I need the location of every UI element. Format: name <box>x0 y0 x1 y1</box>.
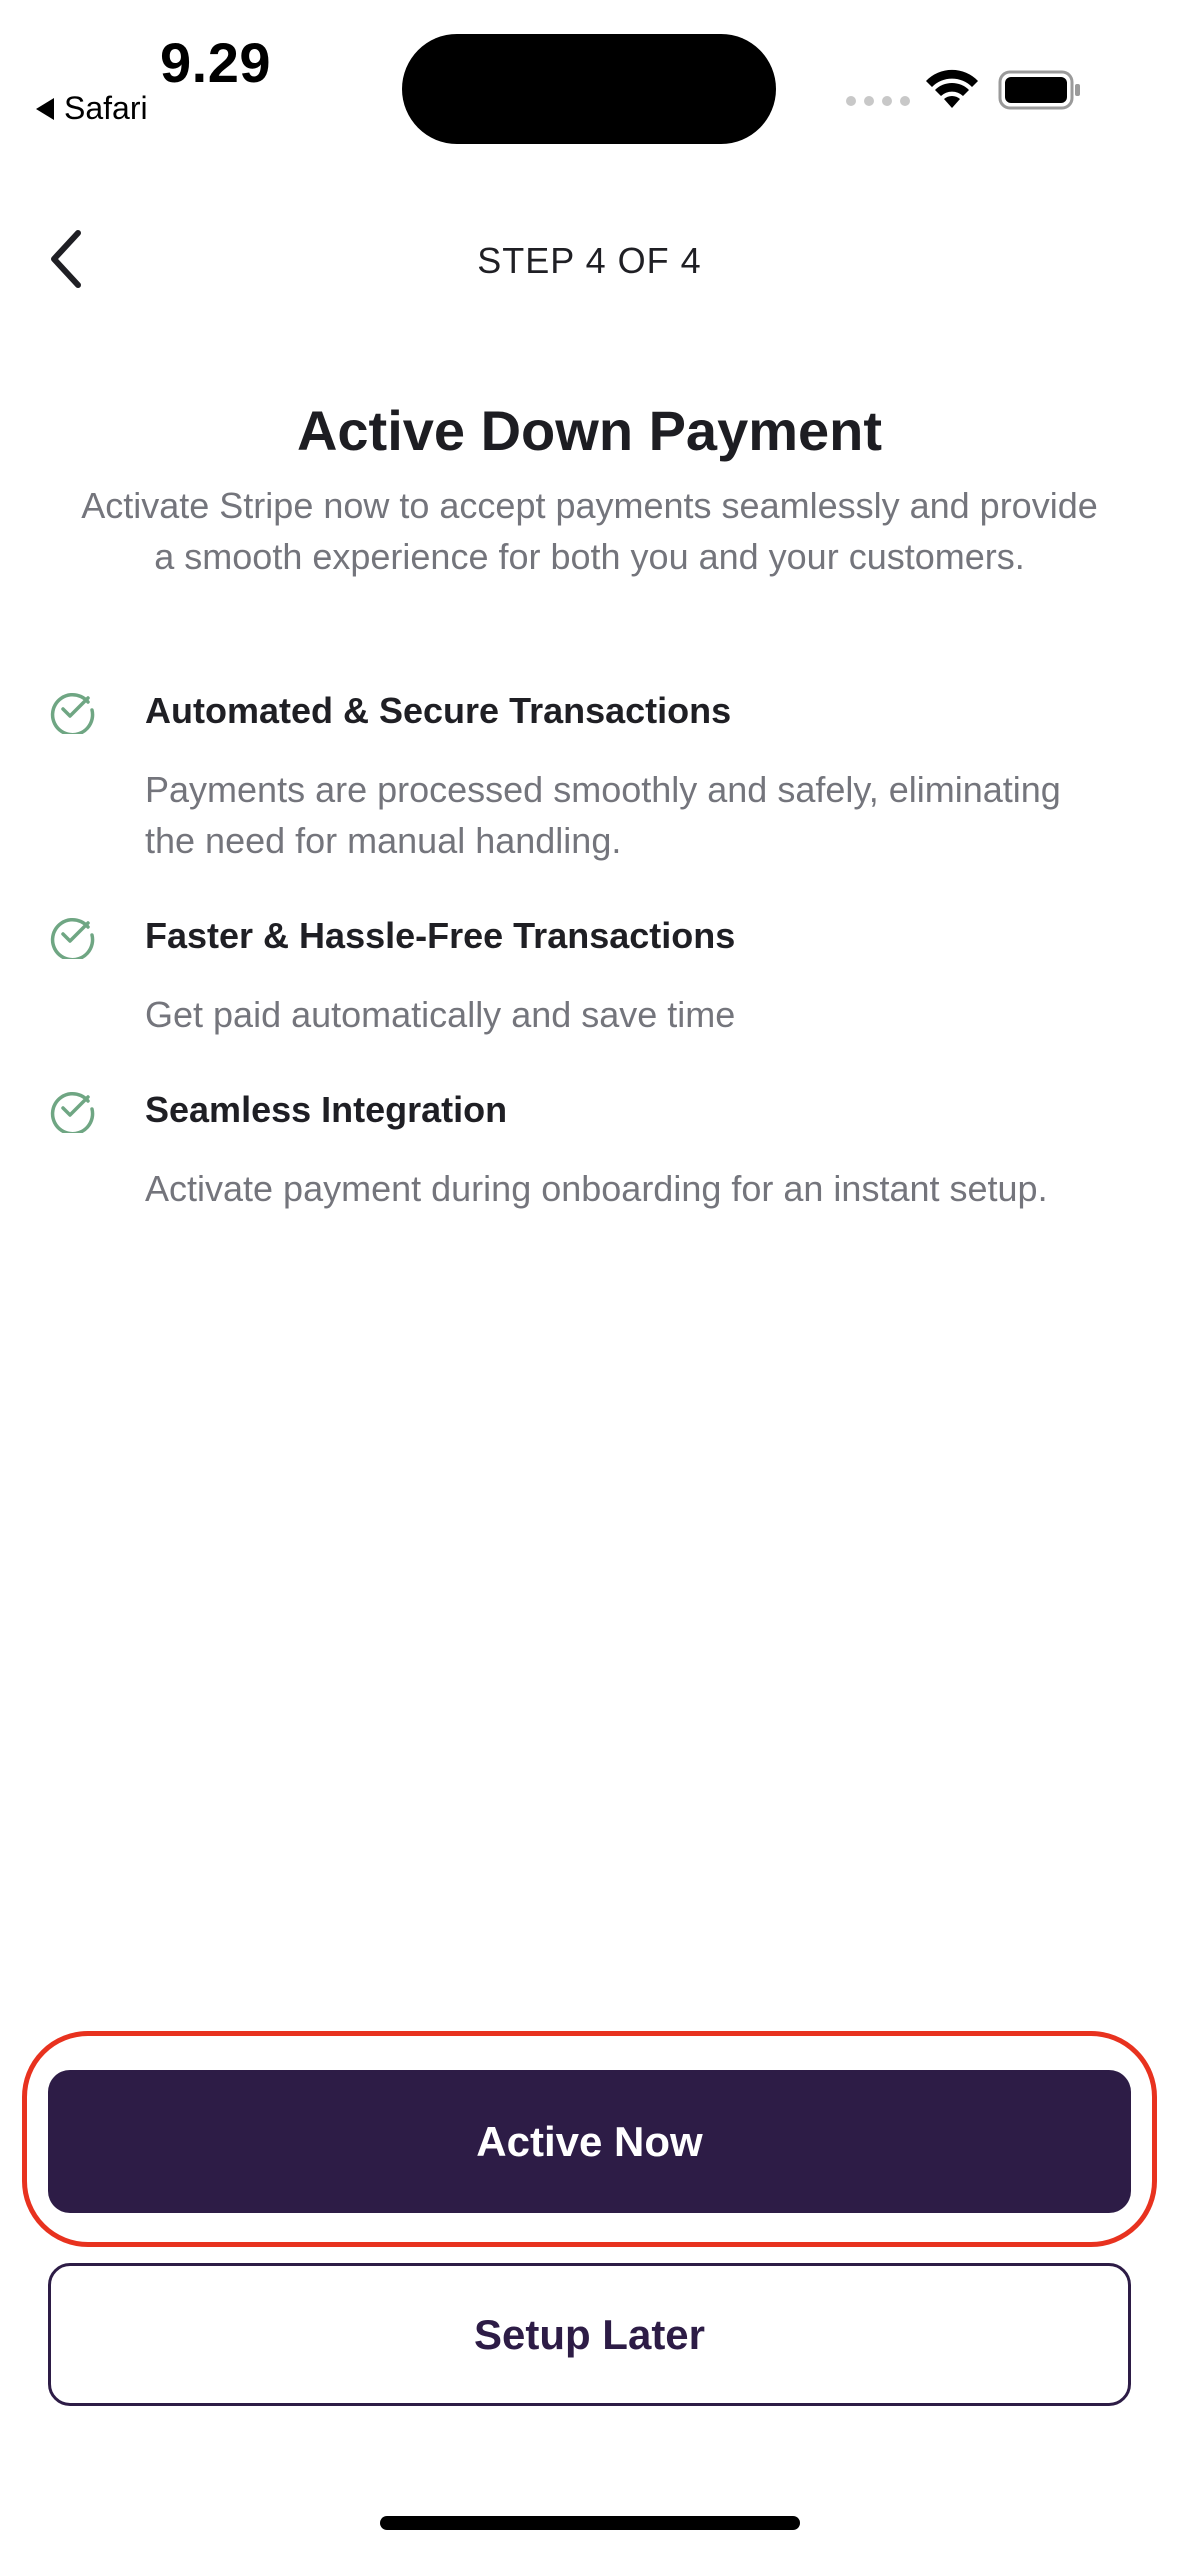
back-triangle-icon <box>36 97 54 120</box>
back-to-safari-link[interactable]: Safari <box>36 90 148 127</box>
feature-description: Activate payment during onboarding for a… <box>145 1168 1048 1209</box>
feature-description: Get paid automatically and save time <box>145 994 736 1035</box>
feature-title: Automated & Secure Transactions <box>145 690 732 731</box>
check-circle-icon <box>50 1091 95 1133</box>
feature-title: Faster & Hassle-Free Transactions <box>145 915 736 956</box>
status-time: 9.29 <box>160 31 271 94</box>
back-app-label: Safari <box>64 90 148 126</box>
cellular-signal-icon <box>846 96 910 106</box>
check-circle-icon <box>50 692 95 734</box>
dynamic-island <box>402 34 776 144</box>
feature-title: Seamless Integration <box>145 1089 508 1130</box>
step-indicator: STEP 4 OF 4 <box>477 240 702 281</box>
page-title: Active Down Payment <box>296 399 883 462</box>
battery-icon <box>998 70 1080 110</box>
home-indicator[interactable] <box>380 2516 800 2530</box>
feature-description: Payments are processed smoothly and safe… <box>145 769 1061 861</box>
wifi-icon <box>926 69 978 108</box>
active-now-button[interactable]: Active Now <box>48 2070 1131 2213</box>
page-subtitle: Activate Stripe now to accept payments s… <box>81 485 1098 577</box>
check-circle-icon <box>50 917 95 959</box>
setup-later-button[interactable]: Setup Later <box>48 2263 1131 2406</box>
